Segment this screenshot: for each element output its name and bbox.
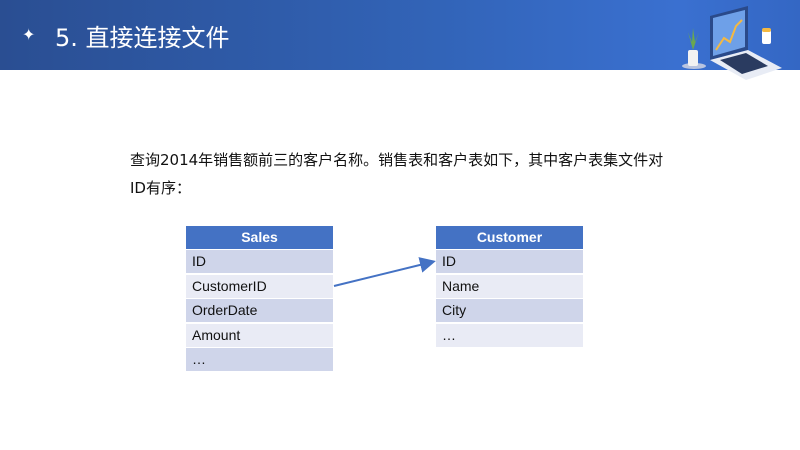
foreign-key-arrow: [333, 257, 436, 287]
